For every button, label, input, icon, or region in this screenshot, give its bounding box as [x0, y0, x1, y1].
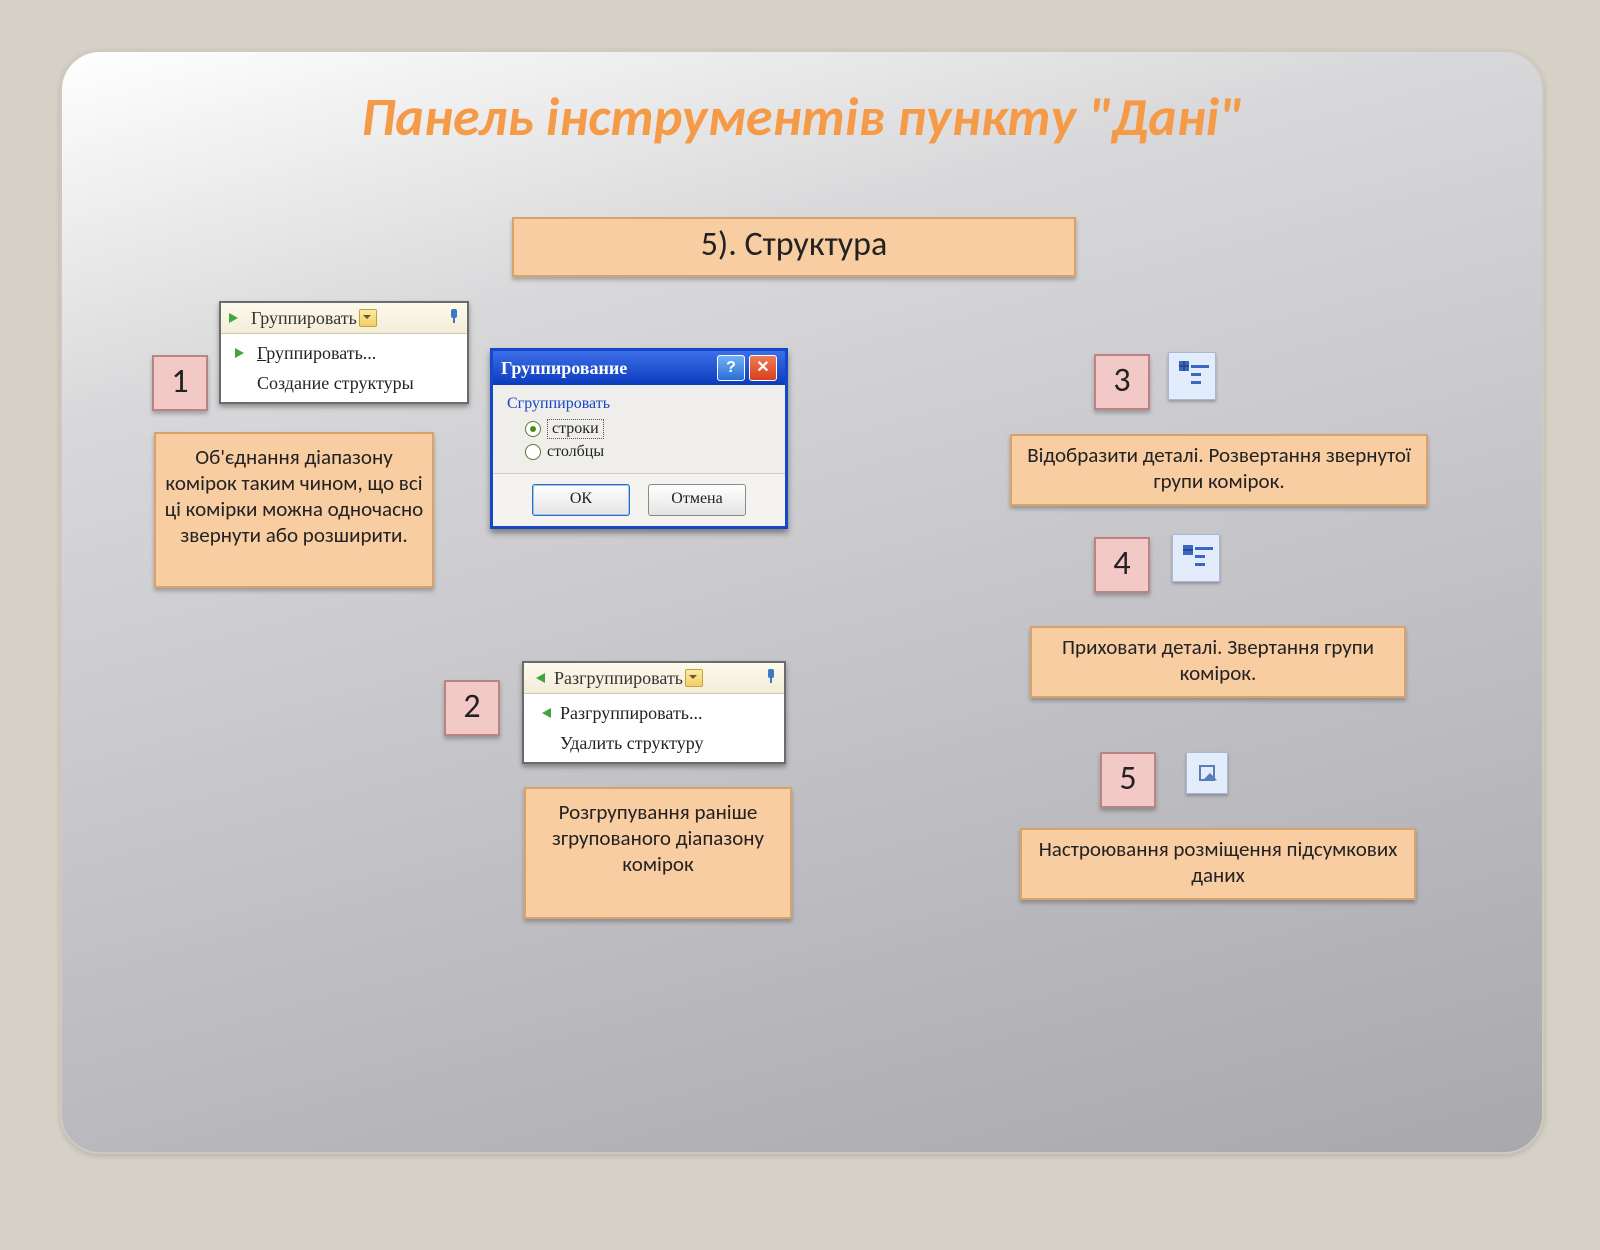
- plus-icon: [1179, 361, 1189, 371]
- show-detail-icon[interactable]: [1168, 352, 1216, 400]
- ungroup-menu-label: Разгруппировать: [554, 669, 683, 687]
- ungroup-menu-body: Разгруппировать... Удалить структуру: [524, 694, 784, 762]
- number-box-2: 2: [444, 680, 500, 736]
- dialog-title-text: Группирование: [501, 351, 627, 385]
- grouping-dialog: Группирование ? ✕ Сгруппировать строки с…: [490, 348, 788, 529]
- menu-item-ungroup[interactable]: Разгруппировать...: [524, 698, 784, 728]
- group-menu-body: Группировать... Создание структуры: [221, 334, 467, 402]
- dropdown-icon: [359, 309, 377, 327]
- pin-icon: [447, 309, 461, 323]
- help-button[interactable]: ?: [717, 355, 745, 381]
- menu-item-create-outline[interactable]: Создание структуры: [221, 368, 467, 398]
- cancel-button[interactable]: Отмена: [648, 484, 746, 516]
- group-menu-panel: Группировать Группировать... Создание ст…: [219, 301, 469, 404]
- menu-item-label: Удалить структуру: [560, 734, 703, 752]
- number-box-3: 3: [1094, 354, 1150, 410]
- slide: Панель інструментів пункту "Дані" 5). Ст…: [60, 50, 1544, 1154]
- dropdown-icon: [685, 669, 703, 687]
- group-menu-header[interactable]: Группировать: [221, 303, 467, 334]
- radio-rows[interactable]: строки: [525, 419, 771, 439]
- desc-box-4: Приховати деталі. Звертання групи коміро…: [1030, 626, 1406, 698]
- minus-icon: [1183, 545, 1193, 555]
- dialog-titlebar: Группирование ? ✕: [493, 351, 785, 385]
- dialog-body: Сгруппировать строки столбцы: [493, 385, 785, 473]
- arrow-right-icon: [235, 345, 251, 361]
- ungroup-menu-panel: Разгруппировать Разгруппировать... Удали…: [522, 661, 786, 764]
- menu-item-label: Создание структуры: [257, 374, 414, 392]
- desc-box-3: Відобразити деталі. Розвертання звернуто…: [1010, 434, 1428, 506]
- menu-item-group[interactable]: Группировать...: [221, 338, 467, 368]
- launcher-glyph-icon: [1199, 765, 1215, 781]
- radio-icon: [525, 444, 541, 460]
- ungroup-menu-header[interactable]: Разгруппировать: [524, 663, 784, 694]
- desc-box-1: Об'єднання діапазону комірок таким чином…: [154, 432, 434, 588]
- ok-button[interactable]: ОК: [532, 484, 630, 516]
- arrow-right-icon: [229, 310, 245, 326]
- dialog-footer: ОК Отмена: [493, 473, 785, 526]
- radio-label: столбцы: [547, 443, 604, 461]
- group-legend: Сгруппировать: [507, 395, 771, 413]
- subtitle-box: 5). Структура: [512, 217, 1076, 277]
- dialog-launcher-icon[interactable]: [1186, 752, 1228, 794]
- menu-item-clear-outline[interactable]: Удалить структуру: [524, 728, 784, 758]
- number-box-5: 5: [1100, 752, 1156, 808]
- close-button[interactable]: ✕: [749, 355, 777, 381]
- pin-icon: [764, 669, 778, 683]
- radio-cols[interactable]: столбцы: [525, 443, 771, 461]
- hide-detail-icon[interactable]: [1172, 534, 1220, 582]
- radio-icon: [525, 421, 541, 437]
- radio-label: строки: [547, 419, 604, 439]
- arrow-left-icon: [538, 705, 554, 721]
- desc-box-2: Розгрупування раніше згрупованого діапаз…: [524, 787, 792, 919]
- desc-box-5: Настроювання розміщення підсумкових дани…: [1020, 828, 1416, 900]
- menu-item-label: Разгруппировать...: [560, 704, 703, 722]
- menu-item-label: Группировать...: [257, 344, 376, 362]
- group-menu-label: Группировать: [251, 309, 357, 327]
- number-box-1: 1: [152, 355, 208, 411]
- number-box-4: 4: [1094, 537, 1150, 593]
- slide-title: Панель інструментів пункту "Дані": [62, 90, 1542, 144]
- arrow-left-icon: [532, 670, 548, 686]
